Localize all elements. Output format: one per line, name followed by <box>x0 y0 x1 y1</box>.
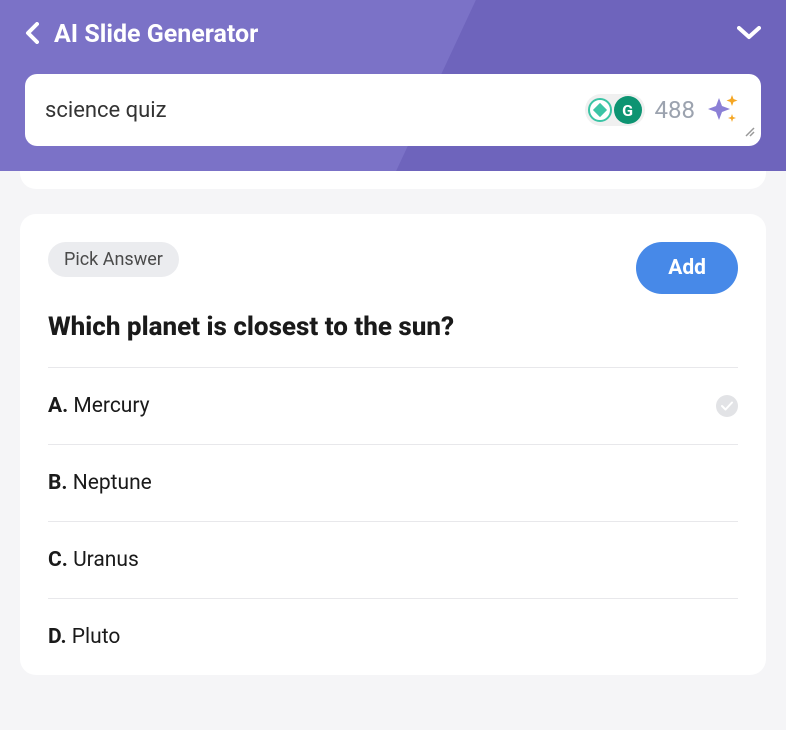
option-label: Mercury <box>73 394 149 418</box>
option-label: Pluto <box>72 625 121 649</box>
check-icon <box>716 395 738 417</box>
option-label: Neptune <box>73 471 152 495</box>
add-button[interactable]: Add <box>636 242 738 294</box>
quiz-card: Pick Answer Add Which planet is closest … <box>20 214 766 675</box>
header: AI Slide Generator G 488 <box>0 0 786 171</box>
question-text: Which planet is closest to the sun? <box>48 312 738 342</box>
option-row[interactable]: A. Mercury <box>48 367 738 444</box>
option-row[interactable]: D. Pluto <box>48 598 738 675</box>
grammarly-badge[interactable]: G <box>585 94 645 126</box>
sparkle-icon[interactable] <box>705 92 741 128</box>
character-counter: 488 <box>655 96 695 124</box>
option-text: A. Mercury <box>48 394 150 418</box>
grammarly-icon: G <box>614 96 642 124</box>
option-text: C. Uranus <box>48 548 139 572</box>
option-text: D. Pluto <box>48 625 120 649</box>
option-text: B. Neptune <box>48 471 152 495</box>
question-type-badge: Pick Answer <box>48 242 179 277</box>
content-area: Pick Answer Add Which planet is closest … <box>0 171 786 675</box>
option-letter: C. <box>48 548 73 572</box>
back-icon[interactable] <box>25 22 39 48</box>
chevron-down-icon[interactable] <box>737 25 761 44</box>
diamond-icon <box>588 98 612 122</box>
resize-handle-icon[interactable] <box>744 126 756 141</box>
option-label: Uranus <box>73 548 139 572</box>
option-row[interactable]: C. Uranus <box>48 521 738 598</box>
previous-card-peek <box>20 171 766 189</box>
option-letter: B. <box>48 471 73 495</box>
search-input[interactable] <box>45 98 585 123</box>
option-row[interactable]: B. Neptune <box>48 444 738 521</box>
option-letter: D. <box>48 625 72 649</box>
search-bar: G 488 <box>25 74 761 146</box>
options-list: A. Mercury B. Neptune C. Uranus D. Pluto <box>20 367 766 675</box>
page-title: AI Slide Generator <box>54 20 258 49</box>
option-letter: A. <box>48 394 73 418</box>
